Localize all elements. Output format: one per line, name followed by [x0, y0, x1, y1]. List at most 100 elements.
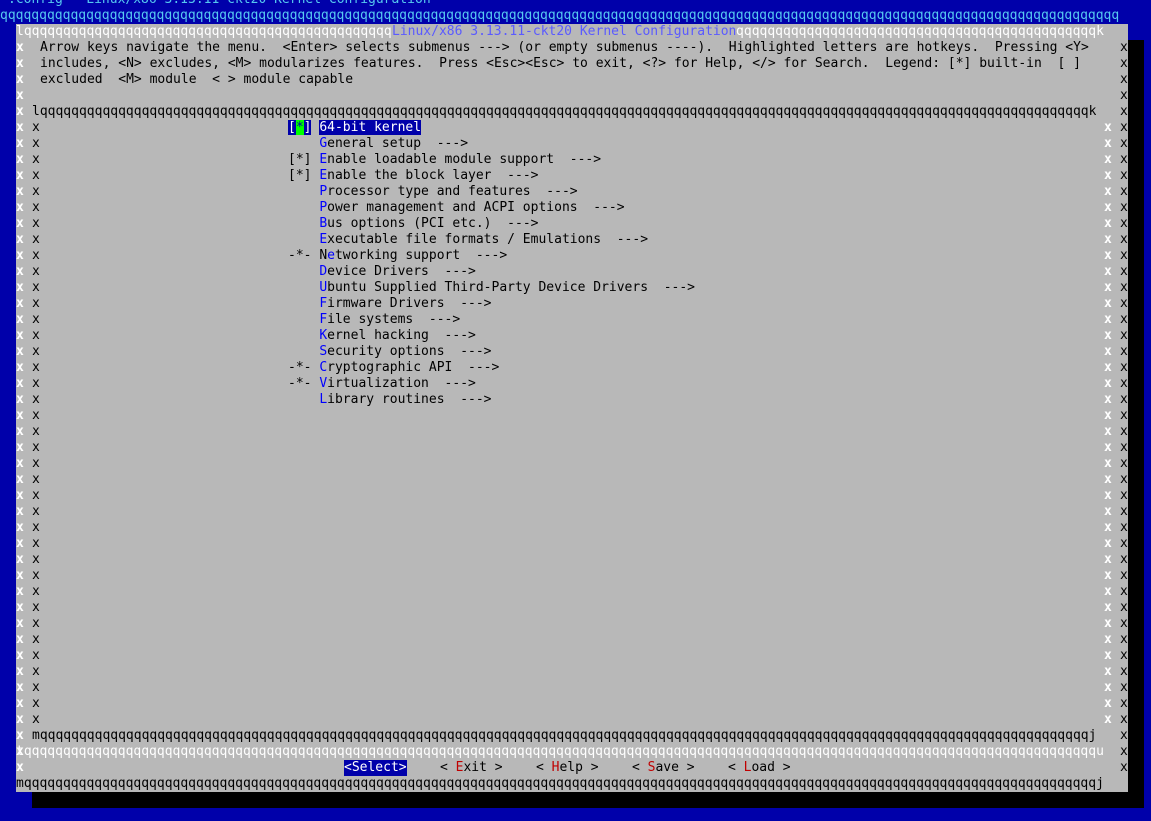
menu-border-char: x	[1104, 440, 1112, 455]
menu-item[interactable]: Executable file formats / Emulations ---…	[288, 232, 648, 248]
border-char: x	[16, 88, 24, 103]
border-char: x	[16, 520, 24, 535]
menu-border-char: x	[1104, 344, 1112, 359]
menu-border-char: x	[32, 312, 40, 327]
menu-border-char: x	[1104, 392, 1112, 407]
menu-item[interactable]: [*] Enable loadable module support --->	[288, 152, 601, 168]
menu-border-char: x	[32, 392, 40, 407]
menu-item[interactable]: File systems --->	[288, 312, 460, 328]
border-char: x	[1120, 360, 1128, 375]
help-button[interactable]: < Help >	[536, 760, 599, 776]
menu-border-char: x	[1104, 312, 1112, 327]
menu-item[interactable]: Kernel hacking --->	[288, 328, 476, 344]
menu-border-char: x	[32, 264, 40, 279]
border-char: x	[16, 184, 24, 199]
menu-border-char: x	[1104, 216, 1112, 231]
border-char: x	[1120, 712, 1128, 727]
border-char: x	[1120, 312, 1128, 327]
border-char: x	[1120, 296, 1128, 311]
menu-item-label: Virtualization	[319, 376, 429, 391]
border-char: x	[16, 728, 24, 743]
menu-item[interactable]: [*] 64-bit kernel	[288, 120, 422, 136]
border-char: x	[1120, 744, 1128, 759]
menu-item[interactable]: Ubuntu Supplied Third-Party Device Drive…	[288, 280, 695, 296]
menu-border-char: x	[32, 280, 40, 295]
menu-border-char: x	[1104, 664, 1112, 679]
menu-item-state: [*]	[288, 120, 312, 135]
save-button[interactable]: < Save >	[632, 760, 695, 776]
menu-item[interactable]: General setup --->	[288, 136, 468, 152]
menu-item-label: General setup	[319, 136, 422, 151]
border-char: x	[16, 504, 24, 519]
menu-item-state	[288, 184, 311, 199]
menu-item[interactable]: Bus options (PCI etc.) --->	[288, 216, 538, 232]
menu-item[interactable]: -*- Virtualization --->	[288, 376, 476, 392]
menu-item[interactable]: Firmware Drivers --->	[288, 296, 491, 312]
menu-border-char: x	[1104, 456, 1112, 471]
menu-border-char: x	[32, 696, 40, 711]
menu-border-char: x	[32, 152, 40, 167]
border-char: x	[16, 168, 24, 183]
dialog-title: Linux/x86 3.13.11-ckt20 Kernel Configura…	[392, 24, 737, 40]
menu-item-state	[288, 264, 311, 279]
menu-box-top-border: lqqqqqqqqqqqqqqqqqqqqqqqqqqqqqqqqqqqqqqq…	[32, 104, 1097, 119]
border-char: x	[1120, 600, 1128, 615]
border-char: x	[1120, 552, 1128, 567]
menu-item[interactable]: Device Drivers --->	[288, 264, 476, 280]
menu-border-char: x	[32, 184, 40, 199]
menu-item-state	[288, 216, 311, 231]
menu-item-state: -*-	[288, 360, 312, 375]
border-char: x	[16, 648, 24, 663]
menu-item[interactable]: -*- Cryptographic API --->	[288, 360, 499, 376]
menu-item[interactable]: Processor type and features --->	[288, 184, 577, 200]
border-char: x	[1120, 264, 1128, 279]
dialog-shadow	[1128, 40, 1144, 808]
menu-item-label: Power management and ACPI options	[319, 200, 578, 215]
menu-border-char: x	[32, 552, 40, 567]
menu-border-char: x	[32, 424, 40, 439]
menu-item-label: Firmware Drivers	[319, 296, 445, 311]
menu-item[interactable]: Security options --->	[288, 344, 491, 360]
border-char: x	[16, 136, 24, 151]
exit-button[interactable]: < Exit >	[440, 760, 503, 776]
border-char: x	[16, 488, 24, 503]
menu-border-char: x	[1104, 200, 1112, 215]
cursor: *	[295, 120, 304, 135]
menu-item-state	[288, 136, 311, 151]
menu-border-char: x	[32, 616, 40, 631]
menu-border-char: x	[1104, 168, 1112, 183]
menu-border-char: x	[32, 136, 40, 151]
menu-border-char: x	[1104, 136, 1112, 151]
menu-border-char: x	[32, 472, 40, 487]
menu-border-char: x	[1104, 680, 1112, 695]
border-char: x	[16, 200, 24, 215]
border-char: x	[16, 536, 24, 551]
menu-border-char: x	[32, 440, 40, 455]
border-char: x	[16, 296, 24, 311]
border-char: x	[1120, 72, 1128, 87]
menu-border-char: x	[1104, 552, 1112, 567]
menu-item-state	[288, 200, 311, 215]
menu-border-char: x	[1104, 632, 1112, 647]
menu-border-char: x	[32, 200, 40, 215]
border-char: x	[16, 120, 24, 135]
menu-item[interactable]: Power management and ACPI options --->	[288, 200, 624, 216]
border-char: x	[16, 232, 24, 247]
menu-item-label: Processor type and features	[319, 184, 531, 199]
menu-item[interactable]: -*- Networking support --->	[288, 248, 507, 264]
border-char: x	[1120, 760, 1128, 775]
menu-border-char: x	[1104, 520, 1112, 535]
menu-border-char: x	[32, 584, 40, 599]
menu-border-char: x	[32, 456, 40, 471]
border-char: x	[16, 264, 24, 279]
menu-item[interactable]: [*] Enable the block layer --->	[288, 168, 538, 184]
menu-item[interactable]: Library routines --->	[288, 392, 491, 408]
menu-border-char: x	[32, 216, 40, 231]
load-button[interactable]: < Load >	[728, 760, 791, 776]
border-char: x	[1120, 632, 1128, 647]
select-button[interactable]: <Select>	[344, 760, 407, 776]
border-char: x	[1120, 200, 1128, 215]
menu-item-label: Enable the block layer	[319, 168, 492, 183]
border-char: x	[1120, 440, 1128, 455]
menu-item-label: Security options	[319, 344, 445, 359]
